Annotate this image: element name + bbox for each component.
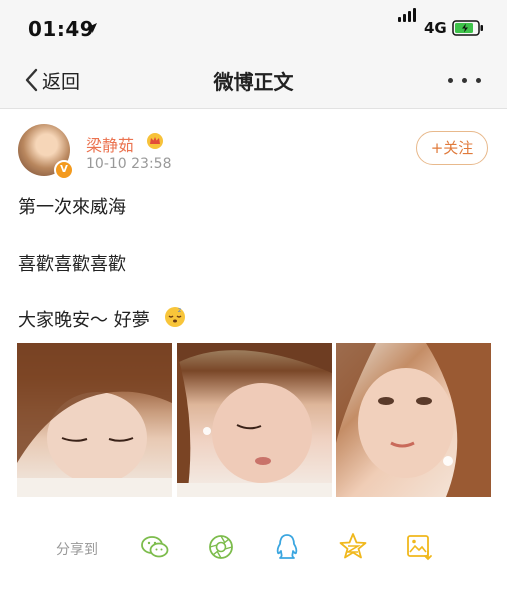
post-text-line-3: 大家晚安～ 好夢 [18, 310, 150, 331]
network-type: 4G [424, 19, 447, 37]
nav-bar: 返回 微博正文 [0, 52, 507, 109]
author-name[interactable]: 梁静茹 [86, 132, 134, 156]
status-bar: 01:49 4G [0, 0, 507, 52]
moments-icon[interactable] [206, 532, 236, 562]
share-label: 分享到 [56, 542, 98, 558]
svg-text:z: z [178, 307, 181, 314]
page-title: 微博正文 [213, 70, 294, 94]
more-options-icon[interactable] [448, 78, 482, 84]
location-arrow-icon [87, 23, 97, 33]
post-time: 10-10 23:58 [86, 156, 172, 172]
verified-badge-icon: V [54, 160, 74, 180]
battery-icon [452, 20, 483, 36]
save-image-icon[interactable] [404, 532, 434, 562]
qq-icon[interactable] [272, 532, 302, 562]
post-photo-1[interactable] [17, 343, 172, 497]
post-text-line-2: 喜歡喜歡喜歡 [18, 254, 126, 275]
status-time: 01:49 [28, 17, 95, 41]
qzone-icon[interactable] [338, 532, 368, 562]
post-text-line-1: 第一次來威海 [18, 197, 126, 218]
sleepy-face-icon: z [165, 307, 185, 327]
follow-button[interactable]: +关注 [416, 131, 488, 165]
vip-crown-icon [147, 133, 163, 149]
post-photo-3[interactable] [336, 343, 491, 497]
post-photo-2[interactable] [177, 343, 332, 497]
wechat-icon[interactable] [140, 532, 170, 562]
